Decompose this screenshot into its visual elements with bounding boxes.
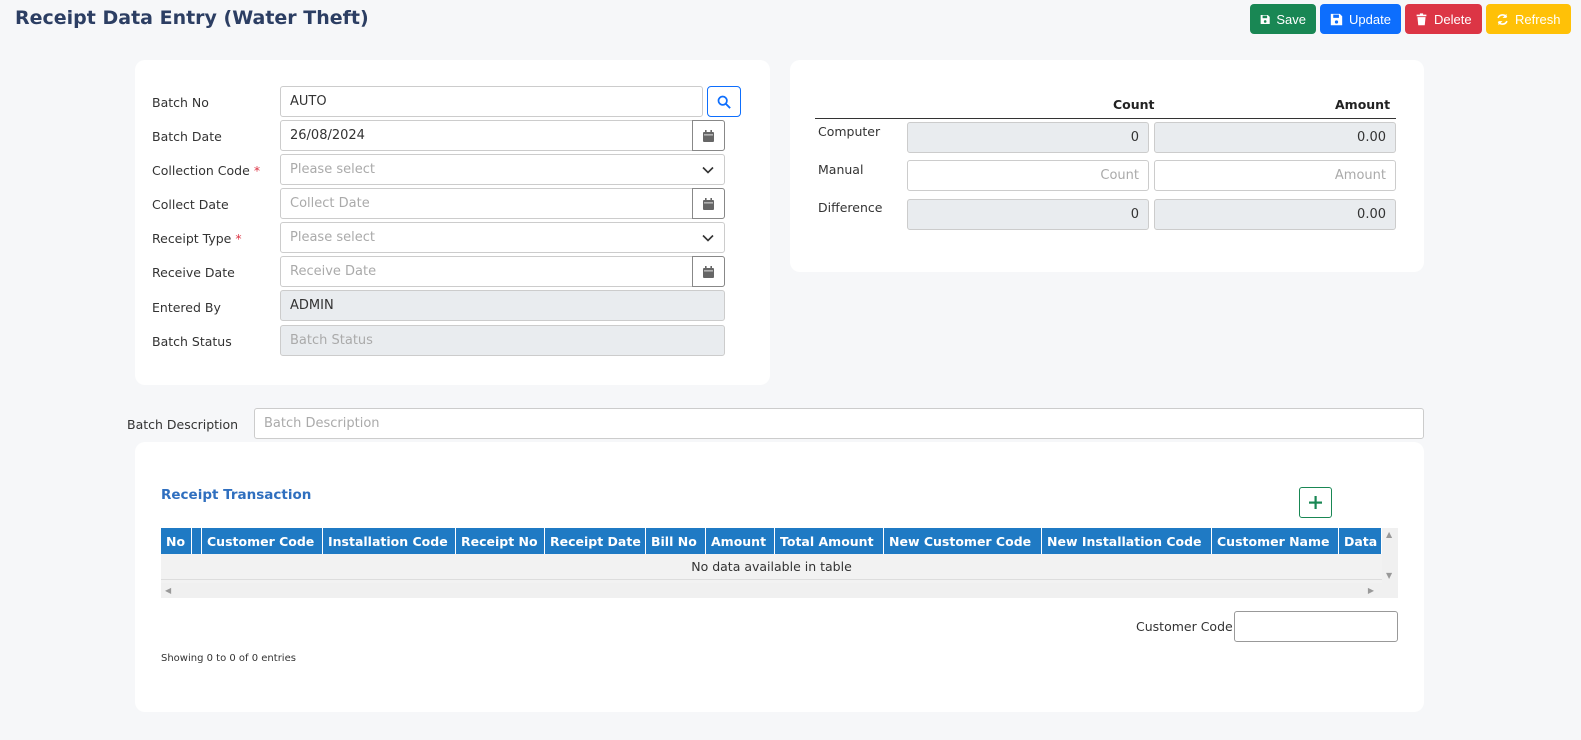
column-header[interactable]: Customer Name xyxy=(1212,528,1339,554)
floppy-disk-icon xyxy=(1330,13,1343,25)
entered-by-value: ADMIN xyxy=(290,298,334,313)
trash-icon xyxy=(1416,12,1427,25)
column-header[interactable]: Customer Code xyxy=(202,528,323,554)
column-header[interactable]: Receipt No xyxy=(456,528,545,554)
collect-date-calendar-button[interactable] xyxy=(692,188,725,219)
manual-count-input[interactable]: Count xyxy=(907,160,1149,191)
column-header[interactable]: Installation Code xyxy=(323,528,456,554)
collection-code-placeholder: Please select xyxy=(290,162,375,177)
receive-date-placeholder: Receive Date xyxy=(290,264,377,279)
manual-amount-input[interactable]: Amount xyxy=(1154,160,1396,191)
batch-description-label: Batch Description xyxy=(127,417,239,432)
difference-count: 0 xyxy=(907,199,1149,230)
receipt-type-placeholder: Please select xyxy=(290,230,375,245)
delete-button[interactable]: Delete xyxy=(1405,4,1482,34)
summary-divider xyxy=(815,118,1396,119)
scroll-up-icon[interactable]: ▲ xyxy=(1386,530,1392,539)
refresh-label: Refresh xyxy=(1515,11,1561,27)
table-info: Showing 0 to 0 of 0 entries xyxy=(161,653,296,664)
column-header[interactable]: Data xyxy=(1339,528,1382,554)
scroll-left-icon[interactable]: ◀ xyxy=(165,586,171,595)
plus-icon xyxy=(1309,496,1322,509)
batch-date-calendar-button[interactable] xyxy=(692,120,725,151)
difference-amount: 0.00 xyxy=(1154,199,1396,230)
collect-date-field[interactable]: Collect Date xyxy=(280,188,725,219)
manual-label: Manual xyxy=(818,162,864,177)
receipt-type-select[interactable]: Please select xyxy=(280,222,725,253)
batch-form-card: Batch No AUTO Batch Date 26/08/2024 Coll… xyxy=(135,60,770,385)
calendar-icon xyxy=(703,129,714,142)
customer-code-filter-input[interactable] xyxy=(1234,611,1398,642)
receive-date-label: Receive Date xyxy=(152,265,235,280)
receipt-type-label-text: Receipt Type xyxy=(152,231,232,246)
collection-code-label-text: Collection Code xyxy=(152,163,250,178)
save-button[interactable]: Save xyxy=(1250,4,1316,34)
horizontal-scrollbar[interactable]: ◀ ▶ xyxy=(161,583,1398,598)
collect-date-placeholder: Collect Date xyxy=(290,196,370,211)
count-header: Count xyxy=(1113,97,1155,112)
column-header[interactable]: Receipt Date xyxy=(545,528,646,554)
column-header[interactable]: Total Amount xyxy=(775,528,884,554)
column-header[interactable]: New Customer Code xyxy=(884,528,1042,554)
entered-by-field: ADMIN xyxy=(280,290,725,321)
column-header[interactable]: Bill No xyxy=(646,528,706,554)
batch-date-field[interactable]: 26/08/2024 xyxy=(280,120,725,151)
column-header[interactable] xyxy=(192,528,202,554)
batch-status-field: Batch Status xyxy=(280,325,725,356)
batch-no-field[interactable]: AUTO xyxy=(280,86,703,117)
batch-date-value: 26/08/2024 xyxy=(290,128,365,143)
receive-date-field[interactable]: Receive Date xyxy=(280,256,725,287)
vertical-scrollbar[interactable]: ▲ ▼ xyxy=(1382,528,1398,584)
column-header[interactable]: New Installation Code xyxy=(1042,528,1212,554)
collect-date-label: Collect Date xyxy=(152,197,229,212)
receipt-transaction-card: Receipt Transaction No Customer Code Ins… xyxy=(135,442,1424,712)
scroll-down-icon[interactable]: ▼ xyxy=(1386,571,1392,580)
batch-description-placeholder: Batch Description xyxy=(264,416,380,431)
difference-label: Difference xyxy=(818,200,883,215)
receipt-type-label: Receipt Type * xyxy=(152,231,242,246)
collection-code-label: Collection Code * xyxy=(152,163,260,178)
amount-header: Amount xyxy=(1335,97,1391,112)
floppy-disk-icon xyxy=(1260,14,1270,24)
receive-date-calendar-button[interactable] xyxy=(692,256,725,287)
add-transaction-button[interactable] xyxy=(1299,487,1332,518)
transactions-table: No Customer Code Installation Code Recei… xyxy=(161,528,1398,598)
batch-description-input[interactable]: Batch Description xyxy=(254,408,1424,439)
delete-label: Delete xyxy=(1434,11,1472,27)
customer-code-filter-label: Customer Code: xyxy=(1136,619,1237,634)
required-mark: * xyxy=(253,163,261,178)
column-header[interactable]: No xyxy=(161,528,192,554)
update-button[interactable]: Update xyxy=(1320,4,1401,34)
refresh-icon xyxy=(1497,13,1508,25)
save-label: Save xyxy=(1276,11,1306,27)
toolbar: Save Update Delete Refresh xyxy=(1250,4,1571,34)
page-title: Receipt Data Entry (Water Theft) xyxy=(15,7,369,29)
batch-date-label: Batch Date xyxy=(152,129,222,144)
computer-amount: 0.00 xyxy=(1154,122,1396,153)
chevron-down-icon xyxy=(702,166,714,174)
search-button[interactable] xyxy=(707,86,741,117)
entered-by-label: Entered By xyxy=(152,300,221,315)
table-header-row: No Customer Code Installation Code Recei… xyxy=(161,528,1382,554)
refresh-button[interactable]: Refresh xyxy=(1486,4,1571,34)
chevron-down-icon xyxy=(702,234,714,242)
calendar-icon xyxy=(703,265,714,278)
calendar-icon xyxy=(703,197,714,210)
empty-table-row: No data available in table xyxy=(161,554,1382,580)
batch-no-value: AUTO xyxy=(290,94,327,109)
computer-count: 0 xyxy=(907,122,1149,153)
summary-card: Count Amount Computer 0 0.00 Manual Coun… xyxy=(790,60,1424,272)
required-mark: * xyxy=(235,231,242,246)
batch-no-label: Batch No xyxy=(152,95,209,110)
scroll-right-icon[interactable]: ▶ xyxy=(1368,586,1374,595)
search-icon xyxy=(717,95,731,109)
column-header[interactable]: Amount xyxy=(706,528,775,554)
batch-status-label: Batch Status xyxy=(152,334,232,349)
batch-status-placeholder: Batch Status xyxy=(290,333,373,348)
receipt-transaction-title: Receipt Transaction xyxy=(161,487,312,503)
update-label: Update xyxy=(1349,11,1391,27)
collection-code-select[interactable]: Please select xyxy=(280,154,725,185)
computer-label: Computer xyxy=(818,124,881,139)
